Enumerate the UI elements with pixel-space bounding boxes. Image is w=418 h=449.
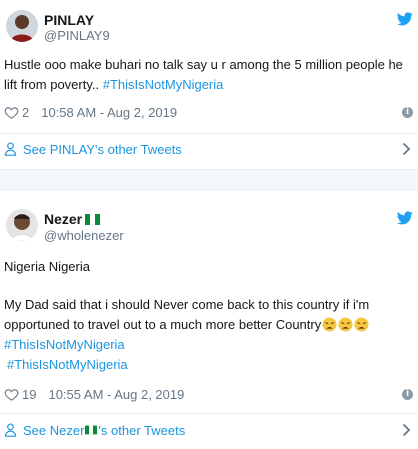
like-count[interactable]: 19 <box>22 387 36 402</box>
see-more-label-suffix: 's other Tweets <box>98 422 186 438</box>
nigeria-flag-emoji <box>85 214 101 225</box>
see-other-tweets-link[interactable]: See Nezer 's other Tweets <box>4 421 185 439</box>
info-icon[interactable]: i <box>402 107 413 118</box>
tired-face-emoji <box>322 317 337 332</box>
see-more-label: See Nezer <box>23 422 85 438</box>
timestamp[interactable]: 10:55 AM - Aug 2, 2019 <box>48 387 184 402</box>
nigeria-flag-emoji <box>85 425 98 435</box>
twitter-bird-icon[interactable] <box>397 211 413 225</box>
see-more-label: See PINLAY's other Tweets <box>23 141 182 157</box>
tweet-line-1: Nigeria Nigeria <box>4 259 90 274</box>
like-count[interactable]: 2 <box>22 105 29 120</box>
tweet-text: Hustle ooo make buhari no talk say u r a… <box>4 55 409 95</box>
person-icon <box>4 423 17 437</box>
tweet-card-pinlay: PINLAY @PINLAY9 Hustle ooo make buhari n… <box>0 0 418 170</box>
info-icon[interactable]: i <box>402 389 413 400</box>
author-handle[interactable]: @PINLAY9 <box>44 28 110 43</box>
heart-icon[interactable] <box>4 105 19 120</box>
twitter-bird-icon[interactable] <box>397 12 413 26</box>
heart-icon[interactable] <box>4 387 19 402</box>
author-name-row[interactable]: Nezer <box>44 211 101 227</box>
author-name[interactable]: Nezer <box>44 211 82 227</box>
tweet-line-2: My Dad said that i should Never come bac… <box>4 297 370 312</box>
hashtag-link[interactable]: #ThisIsNotMyNigeria <box>4 335 409 355</box>
tired-face-emoji <box>354 317 369 332</box>
tweet-body: opportuned to travel out to a much more … <box>4 317 322 332</box>
tweet-meta: 19 10:55 AM - Aug 2, 2019 <box>4 385 184 403</box>
divider <box>0 133 418 134</box>
tired-face-emoji <box>338 317 353 332</box>
chevron-right-icon[interactable] <box>402 142 411 156</box>
timestamp[interactable]: 10:58 AM - Aug 2, 2019 <box>41 105 177 120</box>
person-icon <box>4 142 17 156</box>
hashtag-link[interactable]: #ThisIsNotMyNigeria <box>7 355 412 375</box>
avatar[interactable] <box>6 10 38 42</box>
tweet-card-nezer: Nezer @wholenezer Nigeria Nigeria My Dad… <box>0 191 418 449</box>
chevron-right-icon[interactable] <box>402 423 411 437</box>
tweet-separator <box>0 170 418 190</box>
tweet-line-3: opportuned to travel out to a much more … <box>4 315 409 335</box>
see-other-tweets-link[interactable]: See PINLAY's other Tweets <box>4 140 182 158</box>
tweet-meta: 2 10:58 AM - Aug 2, 2019 <box>4 103 177 121</box>
author-name[interactable]: PINLAY <box>44 12 94 28</box>
divider <box>0 413 418 414</box>
hashtag-link[interactable]: #ThisIsNotMyNigeria <box>103 77 224 92</box>
author-handle[interactable]: @wholenezer <box>44 228 124 243</box>
avatar[interactable] <box>6 209 38 241</box>
